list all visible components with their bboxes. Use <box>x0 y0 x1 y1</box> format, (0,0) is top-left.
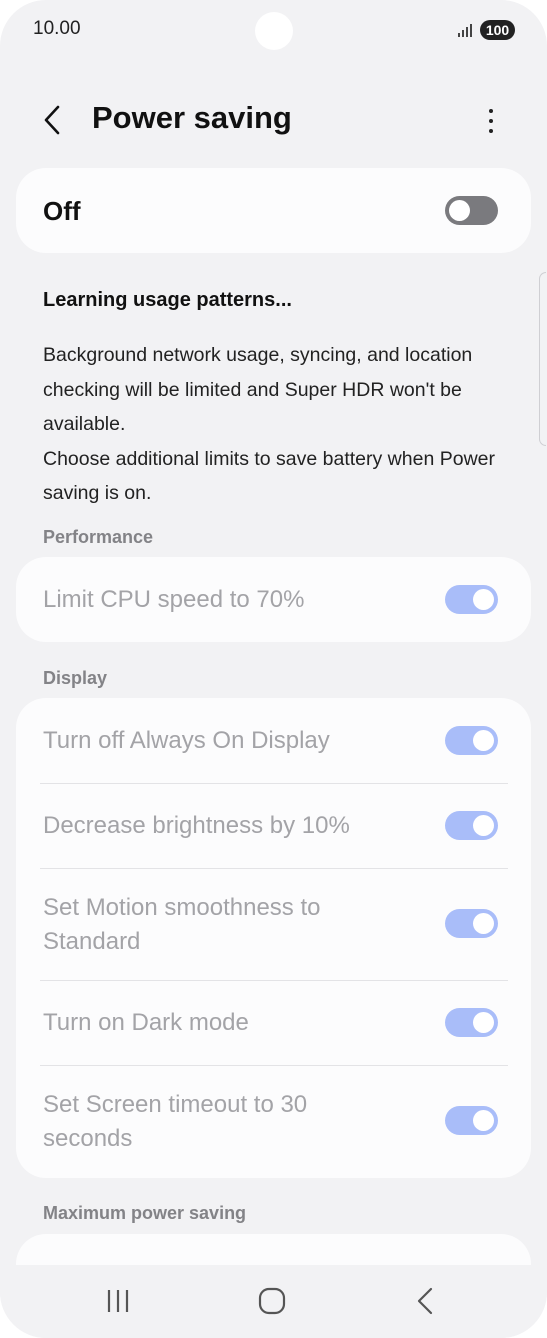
navigation-bar <box>0 1265 547 1338</box>
motion-smoothness-toggle[interactable] <box>445 909 498 938</box>
setting-label: Turn off Always On Display <box>43 727 330 754</box>
brightness-toggle[interactable] <box>445 811 498 840</box>
info-title: Learning usage patterns... <box>43 289 292 311</box>
setting-label: Set Motion smoothness to Standard <box>43 894 321 955</box>
back-nav-button[interactable] <box>405 1283 445 1319</box>
home-button[interactable] <box>252 1283 292 1319</box>
scroll-indicator[interactable] <box>539 272 546 446</box>
back-button[interactable] <box>36 102 70 138</box>
section-header-maximum-power-saving: Maximum power saving <box>43 1203 247 1223</box>
setting-label: Limit CPU speed to 70% <box>43 586 305 613</box>
limit-cpu-toggle[interactable] <box>445 585 498 614</box>
master-toggle[interactable] <box>445 196 498 225</box>
signal-icon <box>458 21 476 37</box>
status-time: 10.00 <box>33 18 81 39</box>
master-switch-label: Off <box>43 196 81 226</box>
performance-card: Limit CPU speed to 70% <box>16 557 531 642</box>
recents-button[interactable] <box>98 1283 138 1319</box>
info-paragraph: Choose additional limits to save battery… <box>43 447 495 505</box>
display-card: Turn off Always On Display Decrease brig… <box>16 698 531 1178</box>
back-icon <box>417 1287 433 1315</box>
info-paragraph: Background network usage, syncing, and l… <box>43 344 473 435</box>
battery-indicator: 100 <box>480 20 515 40</box>
home-icon <box>258 1287 286 1315</box>
screen-timeout-toggle[interactable] <box>445 1106 498 1135</box>
more-vertical-icon <box>489 109 493 113</box>
master-switch-card[interactable]: Off <box>16 168 531 253</box>
setting-row-brightness[interactable]: Decrease brightness by 10% <box>16 784 531 868</box>
camera-cutout <box>255 12 293 50</box>
recents-icon <box>107 1290 129 1312</box>
setting-row-screen-timeout[interactable]: Set Screen timeout to 30 seconds <box>16 1066 531 1178</box>
phone-screen: 10.00 100 Power saving Off Learning usag… <box>0 0 547 1338</box>
setting-row-always-on-display[interactable]: Turn off Always On Display <box>16 698 531 783</box>
more-options-button[interactable] <box>478 104 504 138</box>
status-bar: 10.00 100 <box>0 0 547 60</box>
page-title: Power saving <box>92 100 292 135</box>
setting-row-motion-smoothness[interactable]: Set Motion smoothness to Standard <box>16 869 531 980</box>
setting-label: Set Screen timeout to 30 seconds <box>43 1091 308 1152</box>
always-on-display-toggle[interactable] <box>445 726 498 755</box>
dark-mode-toggle[interactable] <box>445 1008 498 1037</box>
setting-label: Decrease brightness by 10% <box>43 812 350 839</box>
setting-row-limit-cpu[interactable]: Limit CPU speed to 70% <box>16 557 531 642</box>
setting-label: Turn on Dark mode <box>43 1009 249 1036</box>
info-description: Background network usage, syncing, and l… <box>43 338 513 511</box>
chevron-left-icon <box>44 105 60 135</box>
app-header: Power saving <box>0 90 547 150</box>
section-header-performance: Performance <box>43 527 154 547</box>
setting-row-dark-mode[interactable]: Turn on Dark mode <box>16 981 531 1065</box>
section-header-display: Display <box>43 668 108 688</box>
